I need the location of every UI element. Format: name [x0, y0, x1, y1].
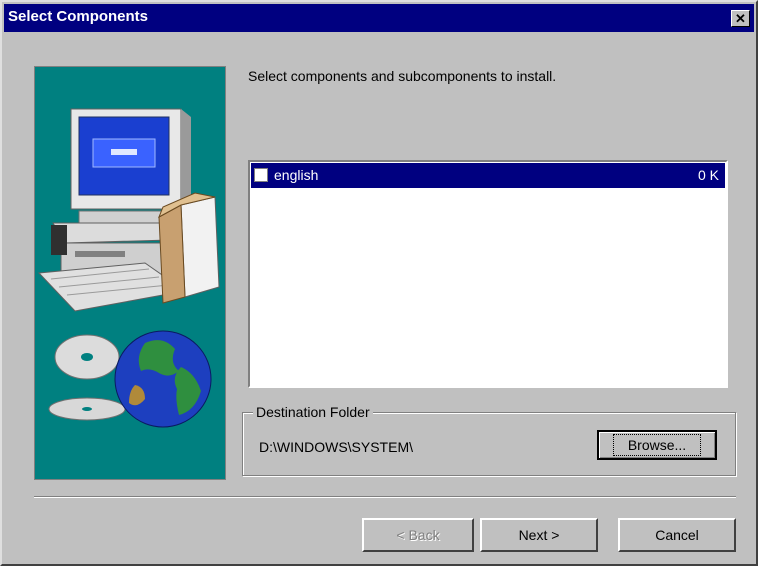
component-size: 0 K [697, 167, 719, 183]
back-button-label: < Back [396, 527, 440, 543]
next-button-label: Next > [518, 527, 560, 543]
separator-line [34, 496, 736, 498]
component-row-english[interactable]: english 0 K [251, 163, 725, 188]
cancel-button-label: Cancel [655, 527, 699, 543]
title-bar[interactable]: Select Components ✕ [4, 4, 754, 32]
cancel-button[interactable]: Cancel [618, 518, 736, 552]
close-button[interactable]: ✕ [731, 10, 750, 27]
instructions-text: Select components and subcomponents to i… [248, 68, 557, 84]
destination-path: D:\WINDOWS\SYSTEM\ [259, 439, 413, 455]
back-button[interactable]: < Back [362, 518, 474, 552]
close-icon: ✕ [735, 11, 746, 26]
cd-disc-icon [48, 334, 126, 421]
browse-button-label: Browse... [612, 434, 702, 456]
computer-icon [37, 108, 220, 312]
setup-illustration [34, 66, 226, 480]
component-checkbox[interactable] [254, 168, 268, 182]
destination-folder-group: Destination Folder D:\WINDOWS\SYSTEM\ Br… [242, 404, 736, 476]
components-list[interactable]: english 0 K [248, 160, 728, 388]
globe-icon [114, 330, 212, 428]
next-button[interactable]: Next > [480, 518, 598, 552]
browse-button[interactable]: Browse... [597, 430, 717, 460]
computer-globe-illustration [37, 108, 220, 428]
component-name: english [274, 167, 319, 183]
select-components-dialog: Select Components ✕ Select components an… [0, 0, 758, 566]
window-title: Select Components [8, 8, 149, 25]
destination-folder-label: Destination Folder [253, 404, 373, 420]
